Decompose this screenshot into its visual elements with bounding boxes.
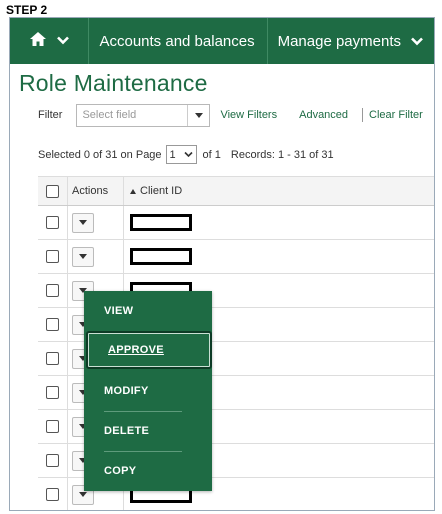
- selection-status: Selected 0 of 31 on Page: [38, 148, 162, 161]
- caret-down-icon: [79, 220, 87, 225]
- nav-item-label: Manage payments: [277, 32, 401, 50]
- menu-item-copy[interactable]: COPY: [84, 451, 212, 491]
- view-filters-link[interactable]: View Filters: [220, 109, 277, 121]
- chevron-down-icon: [57, 32, 70, 50]
- filter-field-select[interactable]: Select field: [76, 103, 211, 127]
- top-navigation: Accounts and balances Manage payments: [10, 18, 434, 64]
- nav-manage-payments[interactable]: Manage payments: [268, 18, 434, 64]
- redacted-client-id: [130, 214, 192, 231]
- client-id-header-label: Client ID: [140, 185, 183, 197]
- row-checkbox[interactable]: [46, 216, 59, 229]
- step-label: STEP 2: [6, 3, 48, 17]
- page-select-value: 1: [169, 148, 176, 161]
- row-checkbox[interactable]: [46, 250, 59, 263]
- table-row: [38, 240, 434, 274]
- chevron-down-icon: [411, 33, 423, 50]
- caret-down-icon: [79, 254, 87, 259]
- page-count: of 1: [202, 148, 221, 161]
- pagination-bar: Selected 0 of 31 on Page 1 of 1 Records:…: [38, 145, 334, 164]
- actions-header: Actions: [72, 185, 109, 197]
- dropdown-arrow-icon: [187, 104, 209, 126]
- page-select[interactable]: 1: [165, 145, 197, 164]
- row-checkbox[interactable]: [46, 454, 59, 467]
- select-all-checkbox[interactable]: [46, 184, 59, 198]
- link-divider: [362, 108, 364, 122]
- nav-accounts-and-balances[interactable]: Accounts and balances: [89, 18, 268, 64]
- row-checkbox[interactable]: [46, 420, 59, 433]
- sort-ascending-icon: [130, 188, 136, 194]
- redacted-client-id: [130, 248, 192, 265]
- home-icon: [29, 31, 47, 52]
- page-title: Role Maintenance: [19, 70, 208, 96]
- menu-item-modify[interactable]: MODIFY: [84, 371, 212, 411]
- row-checkbox[interactable]: [46, 386, 59, 399]
- row-actions-menu: VIEW APPROVE MODIFY DELETE COPY: [84, 291, 212, 491]
- row-checkbox[interactable]: [46, 284, 59, 297]
- filter-placeholder: Select field: [82, 109, 137, 121]
- nav-item-label: Accounts and balances: [99, 32, 255, 50]
- app-frame: Accounts and balances Manage payments Ro…: [9, 17, 435, 511]
- row-actions-button[interactable]: [72, 212, 94, 233]
- client-id-header[interactable]: Client ID: [124, 177, 434, 205]
- row-checkbox[interactable]: [46, 352, 59, 365]
- table-header: Actions Client ID: [38, 176, 434, 206]
- clear-filter-link[interactable]: Clear Filter: [369, 109, 423, 121]
- caret-down-icon: [79, 492, 87, 497]
- menu-item-view[interactable]: VIEW: [84, 291, 212, 331]
- filter-label: Filter: [38, 109, 63, 121]
- menu-item-delete[interactable]: DELETE: [84, 411, 212, 451]
- chevron-down-icon: [183, 149, 193, 161]
- filter-bar: Filter Select field View Filters Advance…: [38, 102, 434, 128]
- row-checkbox[interactable]: [46, 488, 59, 501]
- home-menu-button[interactable]: [10, 18, 90, 64]
- advanced-link[interactable]: Advanced: [299, 109, 348, 121]
- table-row: [38, 206, 434, 240]
- records-count: Records: 1 - 31 of 31: [230, 148, 334, 161]
- row-actions-button[interactable]: [72, 246, 94, 267]
- menu-item-approve[interactable]: APPROVE: [86, 331, 212, 369]
- row-checkbox[interactable]: [46, 318, 59, 331]
